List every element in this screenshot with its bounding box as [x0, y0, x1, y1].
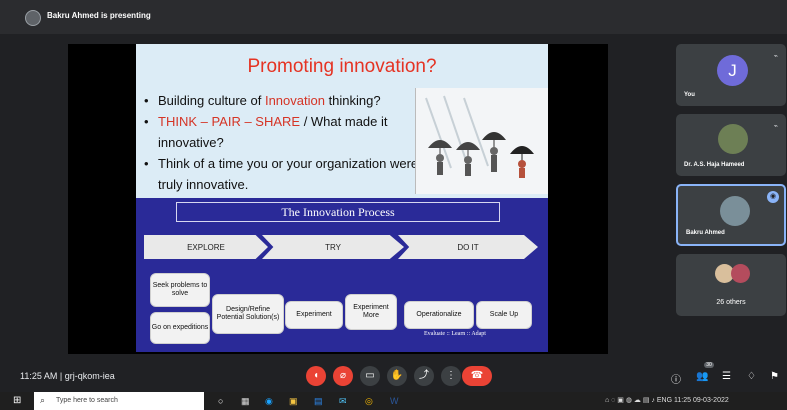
meeting-controls-bar: 11:25 AM | grj-qkom-iea ◖ ⌀ ▭ ✋ ⤴ ⋮ ☎ ⓘ … [0, 360, 787, 392]
chat-icon[interactable]: ☰ [722, 371, 731, 382]
file-explorer-icon[interactable]: ▣ [289, 396, 298, 407]
activities-icon[interactable]: ♢ [747, 371, 756, 382]
operationalize-box: Operationalize [404, 301, 474, 329]
word-icon[interactable]: W [390, 396, 399, 406]
edge-icon[interactable]: ◉ [265, 396, 273, 407]
windows-taskbar: ⊞ ⌕ Type here to search ○ ▦ ◉ ▣ ▤ ✉ ◎ W … [0, 392, 787, 410]
participant-name: Dr. A.S. Haja Hameed [684, 162, 745, 168]
store-icon[interactable]: ▤ [314, 396, 323, 407]
umbrella-icon-illustration [416, 88, 548, 194]
umbrella-illustration [415, 88, 548, 194]
leave-call-button[interactable]: ☎ [462, 366, 492, 386]
bullet-1: Building culture of Innovation thinking? [144, 90, 420, 111]
mic-off-button[interactable]: ◖ [306, 366, 326, 386]
bullet-2: THINK – PAIR – SHARE / What made it inno… [144, 111, 420, 153]
taskbar-search[interactable]: ⌕ Type here to search [34, 392, 204, 410]
presenter-avatar [25, 10, 41, 26]
scale-up-box: Scale Up [476, 301, 532, 329]
pin-icon[interactable]: ⌁ [774, 122, 778, 130]
participant-name: Bakru Ahmed [686, 230, 725, 236]
mail-icon[interactable]: ✉ [339, 396, 347, 407]
hand-icon: ✋ [390, 370, 404, 381]
design-refine-box: Design/Refine Potential Solution(s) [212, 294, 284, 334]
slide-top-section: Promoting innovation? Building culture o… [136, 44, 548, 198]
more-vertical-icon: ⋮ [446, 370, 456, 381]
camera-off-icon: ⌀ [339, 370, 347, 381]
bullet-3-text: Think of a time you or your organization… [158, 156, 419, 192]
pin-icon[interactable]: ⌁ [774, 52, 778, 60]
explore-arrow: EXPLORE [144, 235, 268, 259]
bullet-1-highlight: Innovation [264, 93, 325, 108]
raise-hand-button[interactable]: ✋ [387, 366, 407, 386]
language-indicator[interactable]: ENG [657, 397, 672, 404]
presentation-slide: Promoting innovation? Building culture o… [136, 44, 548, 352]
presenter-label: Bakru Ahmed is presenting [47, 11, 151, 20]
participant-tile-others[interactable]: 26 others [676, 254, 786, 316]
host-controls-icon[interactable]: ⚑ [770, 371, 779, 382]
present-button[interactable]: ⤴ [414, 366, 434, 386]
participant-photo [731, 264, 750, 283]
task-view-icon[interactable]: ▦ [241, 396, 250, 407]
tray-icons[interactable]: ⌂ ◌ ▣ ◍ ☁ ▤ ♪ [605, 397, 655, 404]
system-tray: ⌂ ◌ ▣ ◍ ☁ ▤ ♪ ENG 11:25 09-03-2022 [605, 396, 729, 404]
people-icon[interactable]: 👥 [696, 371, 708, 382]
more-options-button[interactable]: ⋮ [441, 366, 461, 386]
participant-tile-bakru-ahmed[interactable]: ◉ Bakru Ahmed [676, 184, 786, 246]
participant-photo [720, 196, 750, 226]
search-placeholder: Type here to search [56, 397, 118, 404]
user-avatar: J [717, 55, 748, 86]
participant-tile-you[interactable]: ⌁ J You [676, 44, 786, 106]
windows-start-icon[interactable]: ⊞ [13, 395, 24, 406]
innovation-process-diagram: The Innovation Process EXPLORE TRY DO IT… [136, 198, 548, 352]
bullet-3: Think of a time you or your organization… [144, 153, 420, 195]
presenting-banner: Bakru Ahmed is presenting [0, 0, 787, 34]
slide-bullets: Building culture of Innovation thinking?… [144, 90, 420, 195]
try-arrow: TRY [262, 235, 404, 259]
participant-count-badge: 30 [704, 362, 714, 368]
camera-off-button[interactable]: ⌀ [333, 366, 353, 386]
seek-problems-box: Seek problems to solve [150, 273, 210, 307]
search-circle-icon[interactable]: ○ [218, 396, 223, 406]
bullet-1-before: Building culture of [158, 93, 265, 108]
mic-off-icon: ◖ [312, 370, 320, 381]
date[interactable]: 09-03-2022 [693, 397, 729, 404]
captions-icon: ▭ [365, 370, 375, 381]
phone-icon: ☎ [470, 370, 484, 381]
speaking-indicator-icon: ◉ [767, 191, 779, 203]
info-icon[interactable]: ⓘ [671, 371, 681, 386]
experiment-more-box: Experiment More [345, 294, 397, 330]
participant-photo [718, 124, 748, 154]
others-count: 26 others [716, 299, 746, 306]
present-icon: ⤴ [419, 370, 429, 381]
meeting-info: 11:25 AM | grj-qkom-iea [20, 371, 115, 381]
clock[interactable]: 11:25 [674, 397, 691, 404]
slide-title: Promoting innovation? [247, 56, 437, 77]
participant-tile-haja-hameed[interactable]: ⌁ Dr. A.S. Haja Hameed [676, 114, 786, 176]
expeditions-box: Go on expeditions [150, 312, 210, 344]
participant-name: You [684, 92, 695, 98]
bullet-2-highlight: THINK – PAIR – SHARE [158, 114, 301, 129]
do-it-arrow: DO IT [398, 235, 538, 259]
chrome-icon[interactable]: ◎ [365, 396, 373, 407]
process-title: The Innovation Process [176, 202, 500, 222]
cycle-text: Evaluate :: Learn :: Adapt [424, 331, 486, 337]
search-icon: ⌕ [40, 395, 46, 405]
process-arrows: EXPLORE TRY DO IT [144, 235, 538, 259]
captions-button[interactable]: ▭ [360, 366, 380, 386]
bullet-1-after: thinking? [324, 93, 381, 108]
experiment-box: Experiment [285, 301, 343, 329]
